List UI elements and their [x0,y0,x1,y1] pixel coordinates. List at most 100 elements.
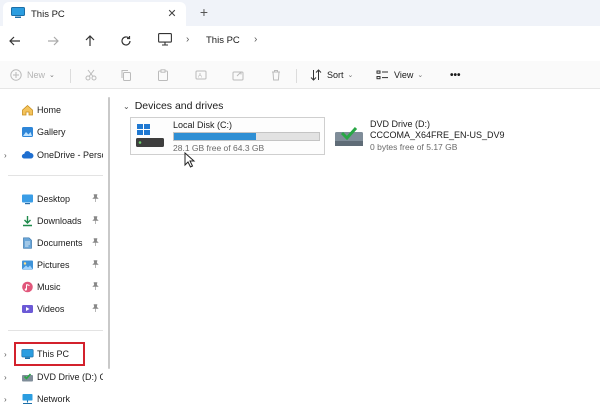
highlight-box [14,342,85,366]
sidebar-item-documents[interactable]: Documents [0,233,105,253]
chevron-down-icon: ⌄ [123,101,130,111]
new-label: New [27,70,46,80]
divider [70,69,71,83]
expand-chevron-icon[interactable]: › [4,395,7,404]
sidebar-item-pictures[interactable]: Pictures [0,255,105,275]
sidebar-item-label: DVD Drive (D:) C [37,372,103,382]
trash-icon [272,70,280,81]
pin-icon[interactable] [92,260,99,270]
cut-button[interactable] [85,66,97,84]
expand-chevron-icon[interactable]: › [4,350,7,359]
download-icon [23,216,32,227]
music-icon [22,281,33,293]
arrow-up-icon [85,35,95,46]
pictures-icon [22,260,33,270]
forward-button[interactable] [44,32,62,50]
chevron-down-icon: ⌄ [347,72,354,79]
sidebar-item-downloads[interactable]: Downloads [0,211,105,231]
desktop-icon [22,194,33,205]
gallery-icon [22,127,33,137]
sidebar-item-onedrive[interactable]: › OneDrive - Perso [0,145,105,165]
breadcrumb-separator-2[interactable]: › [254,34,257,45]
dvd-icon [22,373,33,382]
expand-chevron-icon[interactable]: › [4,151,7,160]
clipboard-icon [158,69,168,81]
breadcrumb-pc-icon[interactable] [158,33,172,48]
arrow-right-icon [48,36,59,46]
home-icon [22,104,33,116]
group-header-devices[interactable]: ⌄ Devices and drives [123,100,223,112]
close-tab-icon[interactable]: ✕ [165,7,179,20]
sidebar-divider [8,175,103,176]
pin-icon[interactable] [92,216,99,226]
sidebar-scrollbar[interactable] [108,97,110,369]
documents-icon [23,237,32,249]
divider [296,69,297,83]
refresh-icon [121,36,131,46]
tab-this-pc[interactable]: This PC ✕ [3,2,186,26]
plus-circle-icon [10,69,22,81]
share-icon [232,71,244,81]
capacity-bar [173,132,320,141]
sidebar-item-desktop[interactable]: Desktop [0,189,105,209]
chevron-down-icon: ⌄ [49,72,55,79]
back-button[interactable] [6,32,24,50]
chevron-down-icon: ⌄ [417,72,424,79]
sidebar-item-label: Network [37,394,71,404]
breadcrumb-this-pc[interactable]: This PC [206,35,240,46]
sort-icon [310,69,322,81]
delete-button[interactable] [270,66,282,84]
sidebar-item-label: Home [37,105,62,115]
cloud-icon [21,151,34,159]
pin-icon[interactable] [92,282,99,292]
sidebar-item-dvd-drive[interactable]: › DVD Drive (D:) C [0,367,105,387]
drive-name: Local Disk (C:) [173,120,233,130]
svg-text:A: A [198,74,202,80]
sidebar-divider [8,330,103,331]
drive-tile-local-disk[interactable]: Local Disk (C:) 28.1 GB free of 64.3 GB [130,117,325,155]
scissors-icon [85,69,97,81]
content-pane: ⌄ Devices and drives Local Disk (C:) 28.… [114,89,600,413]
refresh-button[interactable] [117,32,135,50]
sidebar-item-home[interactable]: Home [0,100,105,120]
rename-button[interactable]: A [195,66,207,84]
mouse-cursor-icon [184,152,196,168]
sidebar-item-label: Gallery [37,127,66,137]
sidebar-item-videos[interactable]: Videos [0,299,105,319]
pin-icon[interactable] [92,304,99,314]
arrow-left-icon [9,36,20,46]
sort-button[interactable]: Sort ⌄ [310,66,353,84]
view-icon [376,70,388,80]
tab-title: This PC [31,8,65,20]
copy-button[interactable] [120,66,132,84]
tab-strip: This PC ✕ + [0,0,600,26]
more-options-button[interactable]: ••• [450,66,461,84]
paste-button[interactable] [157,66,169,84]
sidebar-item-network[interactable]: › Network [0,389,105,409]
sidebar-item-gallery[interactable]: Gallery [0,122,105,142]
up-button[interactable] [81,32,99,50]
group-title: Devices and drives [134,100,224,112]
breadcrumb-separator[interactable]: › [186,34,189,45]
videos-icon [22,305,33,313]
drive-volume-label: CCCOMA_X64FRE_EN-US_DV9 [370,130,505,140]
expand-chevron-icon[interactable]: › [4,373,7,382]
drive-name: DVD Drive (D:) [370,119,430,129]
pin-icon[interactable] [92,238,99,248]
sidebar-item-music[interactable]: Music [0,277,105,297]
new-button[interactable]: New ⌄ [10,66,55,84]
view-button[interactable]: View ⌄ [376,66,423,84]
view-label: View [394,70,414,80]
capacity-bar-fill [174,133,256,140]
dvd-drive-icon [335,126,363,146]
free-space-text: 0 bytes free of 5.17 GB [370,142,458,152]
copy-icon [121,70,131,81]
share-button[interactable] [232,66,244,84]
new-tab-button[interactable]: + [197,4,211,20]
pc-icon [11,7,25,21]
network-icon [22,394,33,405]
command-bar: New ⌄ A Sort ⌄ View ⌄ ••• [0,61,600,89]
sidebar-item-label: OneDrive - Perso [37,150,103,160]
pin-icon[interactable] [92,194,99,204]
drive-tile-dvd[interactable]: DVD Drive (D:) CCCOMA_X64FRE_EN-US_DV9 0… [332,117,532,155]
